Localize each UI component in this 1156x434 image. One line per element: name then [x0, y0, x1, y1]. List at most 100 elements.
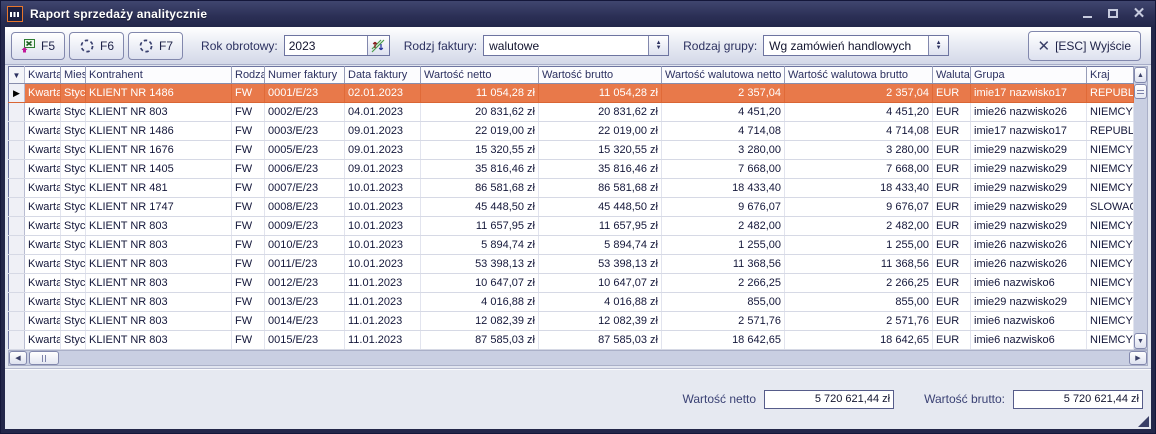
cell-grupa[interactable]: imie6 nazwisko6	[971, 331, 1087, 350]
cell-wartosc_brutto[interactable]: 11 054,28 zł	[539, 84, 662, 103]
column-header-kwartal[interactable]: Kwarta	[25, 67, 61, 84]
cell-rodzaj[interactable]: FW	[232, 236, 265, 255]
table-row[interactable]: KwartaStyczeKLIENT NR 1405FW0006/E/2309.…	[9, 160, 1134, 179]
row-selector-cell[interactable]: ▶	[9, 84, 25, 103]
cell-wartosc_netto[interactable]: 12 082,39 zł	[421, 312, 539, 331]
cell-wartosc_netto[interactable]: 15 320,55 zł	[421, 141, 539, 160]
cell-waluta[interactable]: EUR	[933, 84, 971, 103]
cell-wartosc_netto[interactable]: 86 581,68 zł	[421, 179, 539, 198]
cell-kraj[interactable]: NIEMCY	[1087, 255, 1134, 274]
cell-numer_faktury[interactable]: 0012/E/23	[265, 274, 345, 293]
cell-waluta[interactable]: EUR	[933, 198, 971, 217]
cell-numer_faktury[interactable]: 0007/E/23	[265, 179, 345, 198]
cell-waluta[interactable]: EUR	[933, 331, 971, 350]
cell-wartosc_walutowa_netto[interactable]: 2 357,04	[662, 84, 785, 103]
cell-kontrahent[interactable]: KLIENT NR 803	[86, 312, 232, 331]
table-row[interactable]: ▶KwartaStyczeKLIENT NR 1486FW0001/E/2302…	[9, 84, 1134, 103]
cell-miesiac[interactable]: Stycze	[61, 198, 86, 217]
cell-kontrahent[interactable]: KLIENT NR 803	[86, 236, 232, 255]
table-row[interactable]: KwartaStyczeKLIENT NR 803FW0009/E/2310.0…	[9, 217, 1134, 236]
year-spinner-button[interactable]	[367, 36, 389, 55]
cell-numer_faktury[interactable]: 0008/E/23	[265, 198, 345, 217]
cell-kontrahent[interactable]: KLIENT NR 1486	[86, 122, 232, 141]
combo-updown-icon[interactable]: ▲▼	[648, 36, 668, 55]
cell-numer_faktury[interactable]: 0010/E/23	[265, 236, 345, 255]
cell-kwartal[interactable]: Kwarta	[25, 217, 61, 236]
row-selector-cell[interactable]	[9, 103, 25, 122]
cell-data_faktury[interactable]: 10.01.2023	[345, 255, 421, 274]
cell-wartosc_netto[interactable]: 35 816,46 zł	[421, 160, 539, 179]
cell-data_faktury[interactable]: 11.01.2023	[345, 274, 421, 293]
cell-wartosc_walutowa_brutto[interactable]: 7 668,00	[785, 160, 933, 179]
cell-miesiac[interactable]: Stycze	[61, 236, 86, 255]
row-selector-cell[interactable]	[9, 293, 25, 312]
table-row[interactable]: KwartaStyczeKLIENT NR 803FW0015/E/2311.0…	[9, 331, 1134, 350]
cell-numer_faktury[interactable]: 0002/E/23	[265, 103, 345, 122]
cell-wartosc_brutto[interactable]: 45 448,50 zł	[539, 198, 662, 217]
cell-numer_faktury[interactable]: 0011/E/23	[265, 255, 345, 274]
cell-kraj[interactable]: SLOWAC	[1087, 198, 1134, 217]
exit-button[interactable]: ✕ [ESC] Wyjście	[1028, 31, 1141, 61]
cell-numer_faktury[interactable]: 0003/E/23	[265, 122, 345, 141]
scroll-right-button[interactable]: ▶	[1129, 351, 1147, 365]
cell-wartosc_netto[interactable]: 53 398,13 zł	[421, 255, 539, 274]
cell-numer_faktury[interactable]: 0006/E/23	[265, 160, 345, 179]
table-row[interactable]: KwartaStyczeKLIENT NR 803FW0013/E/2311.0…	[9, 293, 1134, 312]
cell-waluta[interactable]: EUR	[933, 122, 971, 141]
cell-grupa[interactable]: imie17 nazwisko17	[971, 122, 1087, 141]
cell-waluta[interactable]: EUR	[933, 179, 971, 198]
cell-grupa[interactable]: imie26 nazwisko26	[971, 236, 1087, 255]
invoice-type-combo[interactable]: walutowe ▲▼	[483, 35, 669, 56]
cell-wartosc_walutowa_netto[interactable]: 3 280,00	[662, 141, 785, 160]
cell-wartosc_walutowa_brutto[interactable]: 4 451,20	[785, 103, 933, 122]
table-row[interactable]: KwartaStyczeKLIENT NR 1676FW0005/E/2309.…	[9, 141, 1134, 160]
column-header-numer_faktury[interactable]: Numer faktury	[265, 67, 345, 84]
cell-kwartal[interactable]: Kwarta	[25, 122, 61, 141]
grid-filter-cell[interactable]: ▼	[9, 67, 25, 84]
minimize-button[interactable]	[1079, 7, 1095, 21]
cell-kwartal[interactable]: Kwarta	[25, 179, 61, 198]
cell-wartosc_walutowa_brutto[interactable]: 2 357,04	[785, 84, 933, 103]
cell-kraj[interactable]: REPUBLI	[1087, 84, 1134, 103]
cell-miesiac[interactable]: Stycze	[61, 179, 86, 198]
table-row[interactable]: KwartaStyczeKLIENT NR 803FW0002/E/2304.0…	[9, 103, 1134, 122]
cell-data_faktury[interactable]: 02.01.2023	[345, 84, 421, 103]
cell-wartosc_netto[interactable]: 22 019,00 zł	[421, 122, 539, 141]
cell-data_faktury[interactable]: 10.01.2023	[345, 236, 421, 255]
cell-kwartal[interactable]: Kwarta	[25, 331, 61, 350]
cell-miesiac[interactable]: Stycze	[61, 312, 86, 331]
cell-wartosc_walutowa_brutto[interactable]: 18 642,65	[785, 331, 933, 350]
cell-wartosc_brutto[interactable]: 53 398,13 zł	[539, 255, 662, 274]
cell-wartosc_netto[interactable]: 11 054,28 zł	[421, 84, 539, 103]
cell-rodzaj[interactable]: FW	[232, 160, 265, 179]
cell-grupa[interactable]: imie26 nazwisko26	[971, 255, 1087, 274]
cell-wartosc_walutowa_netto[interactable]: 1 255,00	[662, 236, 785, 255]
cell-rodzaj[interactable]: FW	[232, 312, 265, 331]
table-row[interactable]: KwartaStyczeKLIENT NR 803FW0011/E/2310.0…	[9, 255, 1134, 274]
cell-kraj[interactable]: REPUBLI	[1087, 122, 1134, 141]
cell-wartosc_walutowa_netto[interactable]: 9 676,07	[662, 198, 785, 217]
cell-kontrahent[interactable]: KLIENT NR 803	[86, 255, 232, 274]
cell-rodzaj[interactable]: FW	[232, 293, 265, 312]
cell-wartosc_netto[interactable]: 87 585,03 zł	[421, 331, 539, 350]
cell-wartosc_walutowa_netto[interactable]: 2 571,76	[662, 312, 785, 331]
cell-data_faktury[interactable]: 10.01.2023	[345, 217, 421, 236]
cell-kraj[interactable]: NIEMCY	[1087, 179, 1134, 198]
cell-wartosc_walutowa_netto[interactable]: 855,00	[662, 293, 785, 312]
cell-rodzaj[interactable]: FW	[232, 122, 265, 141]
cell-data_faktury[interactable]: 10.01.2023	[345, 198, 421, 217]
cell-rodzaj[interactable]: FW	[232, 179, 265, 198]
row-selector-cell[interactable]	[9, 179, 25, 198]
cell-wartosc_walutowa_brutto[interactable]: 2 482,00	[785, 217, 933, 236]
cell-kraj[interactable]: NIEMCY	[1087, 103, 1134, 122]
cell-kontrahent[interactable]: KLIENT NR 803	[86, 103, 232, 122]
cell-wartosc_brutto[interactable]: 22 019,00 zł	[539, 122, 662, 141]
cell-grupa[interactable]: imie29 nazwisko29	[971, 179, 1087, 198]
cell-wartosc_walutowa_netto[interactable]: 18 433,40	[662, 179, 785, 198]
row-selector-cell[interactable]	[9, 217, 25, 236]
column-header-wartosc_walutowa_netto[interactable]: Wartość walutowa netto	[662, 67, 785, 84]
cell-kraj[interactable]: NIEMCY	[1087, 312, 1134, 331]
cell-wartosc_walutowa_brutto[interactable]: 3 280,00	[785, 141, 933, 160]
cell-kontrahent[interactable]: KLIENT NR 1405	[86, 160, 232, 179]
cell-wartosc_brutto[interactable]: 35 816,46 zł	[539, 160, 662, 179]
